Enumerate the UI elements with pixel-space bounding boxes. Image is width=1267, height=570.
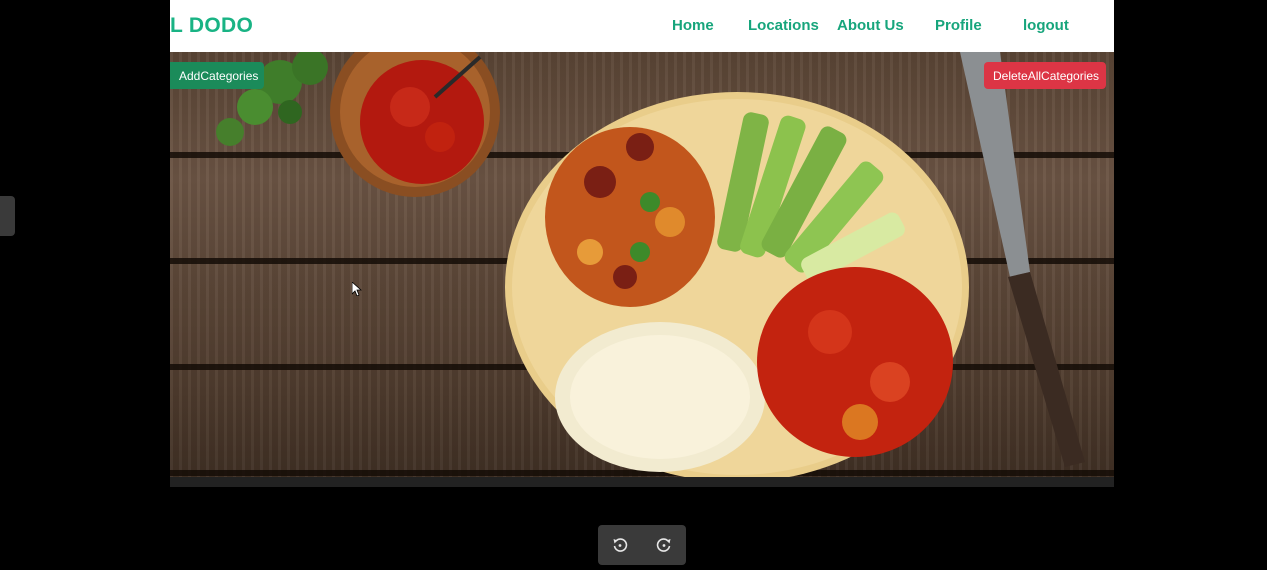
- navbar: L DODO Home Locations About Us Profile l…: [170, 0, 1114, 52]
- mouse-cursor-icon: [352, 282, 362, 296]
- hero-bottom-bar: [170, 477, 1114, 487]
- nav-link-logout[interactable]: logout: [1023, 17, 1069, 34]
- side-panel-handle[interactable]: [0, 196, 15, 236]
- rotate-right-icon[interactable]: [656, 537, 672, 553]
- rotate-left-icon[interactable]: [612, 537, 628, 553]
- grated-cheese: [555, 322, 765, 472]
- nav-link-about-us[interactable]: About Us: [837, 17, 904, 34]
- chili-beans: [545, 127, 715, 307]
- tomato-salsa: [757, 267, 953, 457]
- sauce-bowl: [330, 52, 500, 197]
- nav-link-home[interactable]: Home: [672, 17, 714, 34]
- app-frame: L DODO Home Locations About Us Profile l…: [170, 0, 1114, 487]
- knife: [960, 52, 1085, 467]
- delete-all-categories-button[interactable]: DeleteAllCategories: [984, 62, 1106, 89]
- viewer-controls: [598, 525, 686, 565]
- add-categories-button[interactable]: AddCategories: [170, 62, 264, 89]
- nav-link-locations[interactable]: Locations: [748, 17, 819, 34]
- nav-links: Home Locations About Us Profile logout: [170, 17, 1114, 37]
- hero-food-image: [170, 52, 1114, 477]
- nav-link-profile[interactable]: Profile: [935, 17, 982, 34]
- food-illustration: [216, 52, 1085, 477]
